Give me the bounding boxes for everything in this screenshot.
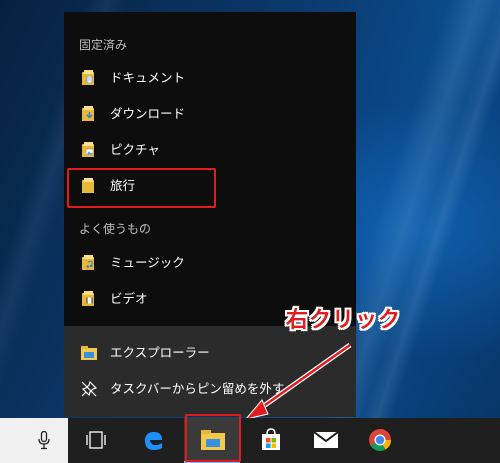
pinned-item-documents[interactable]: ドキュメント bbox=[64, 60, 356, 96]
task-view-button[interactable] bbox=[68, 418, 124, 463]
videos-folder-icon bbox=[81, 291, 95, 307]
frequent-item-label: ミュージック bbox=[110, 255, 185, 270]
pinned-header: 固定済み bbox=[79, 38, 128, 52]
music-folder-icon bbox=[81, 255, 95, 271]
right-click-callout: 右クリック bbox=[286, 308, 402, 333]
jump-list: 固定済み ドキュメント ダウンロード ピクチャ 旅行 よく使うもの ミュージック… bbox=[64, 12, 356, 417]
taskbar bbox=[0, 414, 500, 463]
chrome-button[interactable] bbox=[353, 418, 409, 463]
chrome-icon bbox=[369, 429, 391, 451]
store-icon bbox=[262, 428, 280, 450]
pinned-item-downloads[interactable]: ダウンロード bbox=[64, 96, 356, 132]
cortana-search-area[interactable] bbox=[0, 418, 68, 463]
pinned-item-label: ピクチャ bbox=[110, 142, 160, 157]
microphone-icon[interactable] bbox=[38, 431, 50, 450]
pinned-item-pictures[interactable]: ピクチャ bbox=[64, 132, 356, 168]
edge-icon bbox=[145, 432, 162, 450]
task-view-icon bbox=[86, 431, 106, 449]
store-button[interactable] bbox=[243, 418, 299, 463]
pictures-folder-icon bbox=[81, 142, 95, 158]
unpin-icon bbox=[81, 380, 98, 397]
pinned-item-label: ドキュメント bbox=[110, 70, 186, 85]
action-unpin-from-taskbar[interactable]: タスクバーからピン留めを外す bbox=[64, 371, 356, 407]
action-label: タスクバーからピン留めを外す bbox=[110, 381, 285, 396]
frequent-header: よく使うもの bbox=[79, 222, 152, 236]
file-explorer-icon bbox=[81, 345, 97, 361]
mail-icon bbox=[314, 432, 338, 448]
highlight-box-travel bbox=[67, 168, 216, 208]
documents-folder-icon bbox=[81, 70, 95, 86]
action-label: エクスプローラー bbox=[110, 345, 210, 360]
highlight-box-explorer bbox=[185, 414, 241, 462]
action-open-file-explorer[interactable]: エクスプローラー bbox=[64, 335, 356, 371]
edge-button[interactable] bbox=[125, 418, 181, 463]
downloads-folder-icon bbox=[81, 106, 95, 122]
mail-button[interactable] bbox=[298, 418, 354, 463]
frequent-item-label: ビデオ bbox=[110, 291, 148, 306]
pinned-item-label: ダウンロード bbox=[110, 106, 186, 121]
frequent-item-music[interactable]: ミュージック bbox=[64, 245, 356, 281]
